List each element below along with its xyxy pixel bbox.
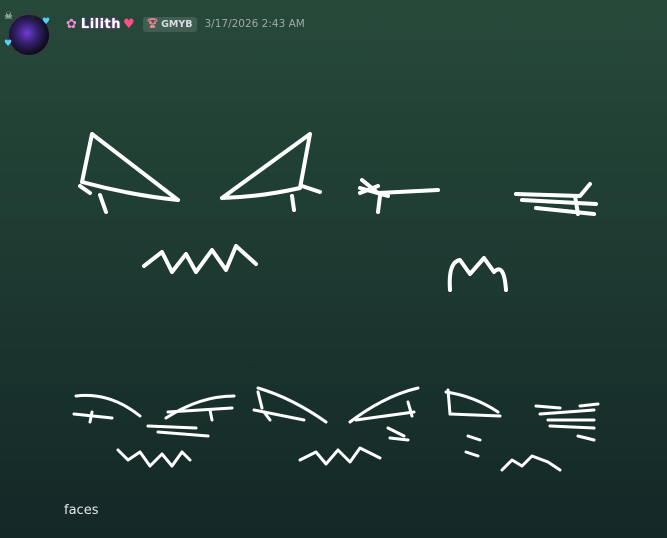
face-small-3 [444, 388, 600, 472]
message-content: faces [64, 503, 99, 518]
chat-message: ☠ ▾ ♥ ♥ ✿ Lilith ♥ 🏆︎ GMYB 3/17/2026 2:4… [0, 0, 667, 538]
face-winking [358, 178, 598, 292]
face-angry-large [78, 132, 322, 274]
face-small-1 [72, 393, 236, 468]
attachment-image[interactable] [0, 0, 667, 538]
face-small-2 [252, 386, 420, 466]
